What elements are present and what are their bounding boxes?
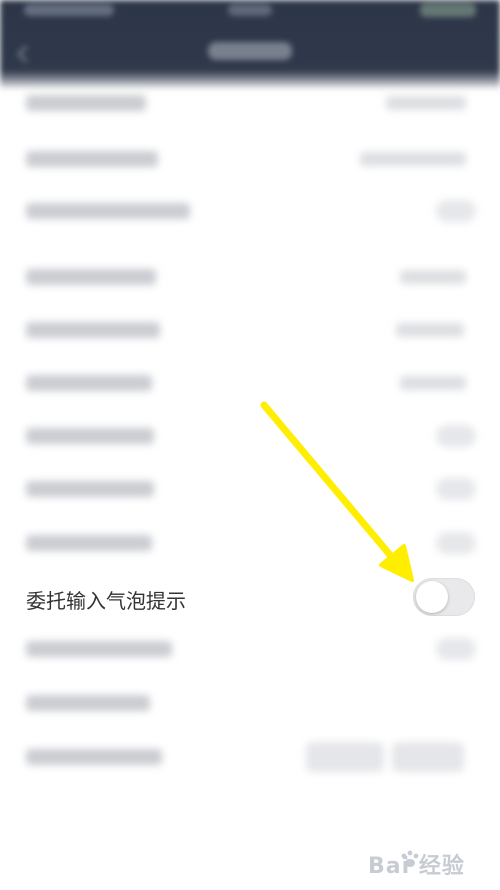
toggle-switch[interactable]	[436, 532, 476, 554]
setting-label	[26, 695, 150, 711]
setting-value	[396, 323, 464, 337]
setting-row[interactable]	[0, 634, 500, 664]
setting-label	[26, 151, 158, 167]
setting-row[interactable]	[0, 315, 500, 345]
setting-value	[360, 152, 466, 166]
status-bar-left	[24, 4, 114, 16]
toggle-switch[interactable]	[436, 200, 476, 222]
setting-row[interactable]	[0, 262, 500, 292]
paw-logo-icon	[401, 850, 419, 867]
setting-row[interactable]	[0, 528, 500, 558]
setting-row[interactable]	[0, 474, 500, 504]
setting-value	[400, 376, 466, 390]
setting-label-delegate-bubble: 委托输入气泡提示	[26, 589, 186, 613]
watermark: Bai 经验	[368, 842, 488, 882]
setting-label	[26, 749, 162, 765]
app-header	[0, 0, 500, 90]
setting-label	[26, 535, 152, 551]
toggle-switch[interactable]	[436, 425, 476, 447]
option-button[interactable]	[306, 742, 384, 772]
delegate-bubble-toggle[interactable]	[413, 578, 475, 616]
setting-row[interactable]	[0, 368, 500, 398]
back-arrow-icon[interactable]	[17, 45, 35, 63]
setting-row-delegate-bubble[interactable]: 委托输入气泡提示	[0, 576, 500, 620]
page-title	[208, 42, 292, 60]
setting-label	[26, 203, 190, 219]
setting-row[interactable]	[0, 742, 500, 772]
setting-value	[400, 270, 466, 284]
option-button[interactable]	[392, 742, 464, 772]
setting-row[interactable]	[0, 144, 500, 174]
setting-label	[26, 95, 146, 111]
setting-label	[26, 269, 156, 285]
setting-label	[26, 322, 160, 338]
toggle-switch[interactable]	[436, 638, 476, 660]
toggle-switch[interactable]	[436, 478, 476, 500]
setting-row[interactable]	[0, 421, 500, 451]
status-bar-battery	[420, 3, 476, 17]
toggle-knob	[416, 581, 448, 613]
setting-row[interactable]	[0, 196, 500, 226]
setting-row[interactable]	[0, 88, 500, 118]
settings-screen: 委托输入气泡提示 Bai 经验	[0, 0, 500, 890]
setting-label	[26, 428, 154, 444]
setting-value	[386, 96, 466, 110]
setting-label	[26, 641, 172, 657]
setting-row[interactable]	[0, 688, 500, 718]
setting-label	[26, 375, 152, 391]
status-bar-time	[228, 4, 272, 16]
setting-label	[26, 481, 154, 497]
